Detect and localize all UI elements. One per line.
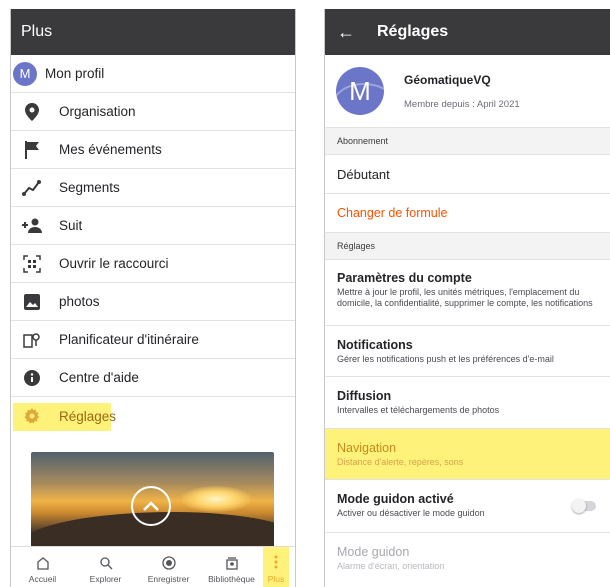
add-person-icon xyxy=(21,216,43,236)
avatar-icon: M xyxy=(13,61,37,86)
nav-more[interactable]: Plus xyxy=(263,547,289,587)
change-plan-link[interactable]: Changer de formule xyxy=(325,194,610,233)
nav-home[interactable]: Accueil xyxy=(11,547,74,587)
menu-item-label: Mes événements xyxy=(59,142,162,157)
menu-item-profile[interactable]: M Mon profil xyxy=(11,55,295,93)
more-icon xyxy=(274,555,278,569)
gear-icon xyxy=(21,406,43,426)
menu-item-label: Suit xyxy=(59,218,83,233)
location-pin-icon xyxy=(21,102,43,122)
scroll-up-icon[interactable] xyxy=(131,486,171,526)
menu-item-following[interactable]: Suit xyxy=(11,207,295,245)
profile-name: GéomatiqueVQ xyxy=(404,72,491,87)
broadcast-row[interactable]: Diffusion Intervalles et téléchargements… xyxy=(325,377,610,429)
menu-item-label: Planificateur d'itinéraire xyxy=(59,332,199,347)
handlebar-mode-row[interactable]: Mode guidon Alarme d'écran, orientation xyxy=(325,533,610,573)
route-icon xyxy=(21,330,43,350)
menu-item-label: Organisation xyxy=(59,104,136,119)
library-icon xyxy=(225,557,238,570)
qr-code-icon xyxy=(21,254,43,274)
more-title: Plus xyxy=(21,23,53,40)
promo-banner-image[interactable] xyxy=(31,452,274,554)
settings-app-bar: ← Réglages xyxy=(325,9,610,55)
menu-item-label: photos xyxy=(59,294,100,309)
handlebar-mode-toggle[interactable] xyxy=(572,499,596,513)
handlebar-mode-toggle-row[interactable]: Mode guidon activé Activer ou désactiver… xyxy=(325,480,610,533)
flag-icon xyxy=(21,140,43,160)
profile-card[interactable]: M GéomatiqueVQ Membre depuis : April 202… xyxy=(325,55,610,128)
more-screen: Plus M Mon profil Organisation Mes événe… xyxy=(10,9,296,587)
menu-item-shortcut[interactable]: Ouvrir le raccourci xyxy=(11,245,295,283)
menu-item-label: Ouvrir le raccourci xyxy=(59,256,169,271)
section-subscription: Abonnement xyxy=(325,128,610,155)
nav-library[interactable]: Bibliothèque xyxy=(200,547,263,587)
section-settings: Réglages xyxy=(325,233,610,260)
settings-screen: ← Réglages M GéomatiqueVQ Membre depuis … xyxy=(324,9,610,587)
settings-title: Réglages xyxy=(377,23,449,40)
back-arrow-icon[interactable]: ← xyxy=(337,22,355,43)
photo-icon xyxy=(21,292,43,312)
more-app-bar: Plus xyxy=(11,9,295,55)
home-icon xyxy=(36,557,49,570)
record-icon xyxy=(161,556,176,570)
menu-item-label: Segments xyxy=(59,180,120,195)
menu-item-segments[interactable]: Segments xyxy=(11,169,295,207)
menu-item-route-planner[interactable]: Planificateur d'itinéraire xyxy=(11,321,295,359)
menu-item-organisation[interactable]: Organisation xyxy=(11,93,295,131)
menu-item-label: Centre d'aide xyxy=(59,370,139,385)
nav-explore[interactable]: Explorer xyxy=(74,547,137,587)
nav-record[interactable]: Enregistrer xyxy=(137,547,200,587)
info-icon xyxy=(21,368,43,388)
menu-item-label: Mon profil xyxy=(45,66,105,81)
segment-icon xyxy=(21,178,43,198)
notifications-row[interactable]: Notifications Gérer les notifications pu… xyxy=(325,326,610,377)
account-settings-row[interactable]: Paramètres du compte Mettre à jour le pr… xyxy=(325,260,610,326)
navigation-row[interactable]: Navigation Distance d'alerte, repères, s… xyxy=(325,429,610,480)
bottom-nav: Accueil Explorer Enregistrer Bibliothèqu… xyxy=(11,546,295,587)
subscription-level[interactable]: Débutant xyxy=(325,155,610,194)
avatar: M xyxy=(336,67,384,115)
menu-item-label: Réglages xyxy=(59,408,117,424)
menu-item-settings[interactable]: Réglages xyxy=(11,397,295,435)
menu-item-photos[interactable]: photos xyxy=(11,283,295,321)
search-icon xyxy=(99,557,112,570)
member-since: Membre depuis : April 2021 xyxy=(404,98,520,110)
menu-item-events[interactable]: Mes événements xyxy=(11,131,295,169)
menu-item-help-center[interactable]: Centre d'aide xyxy=(11,359,295,397)
